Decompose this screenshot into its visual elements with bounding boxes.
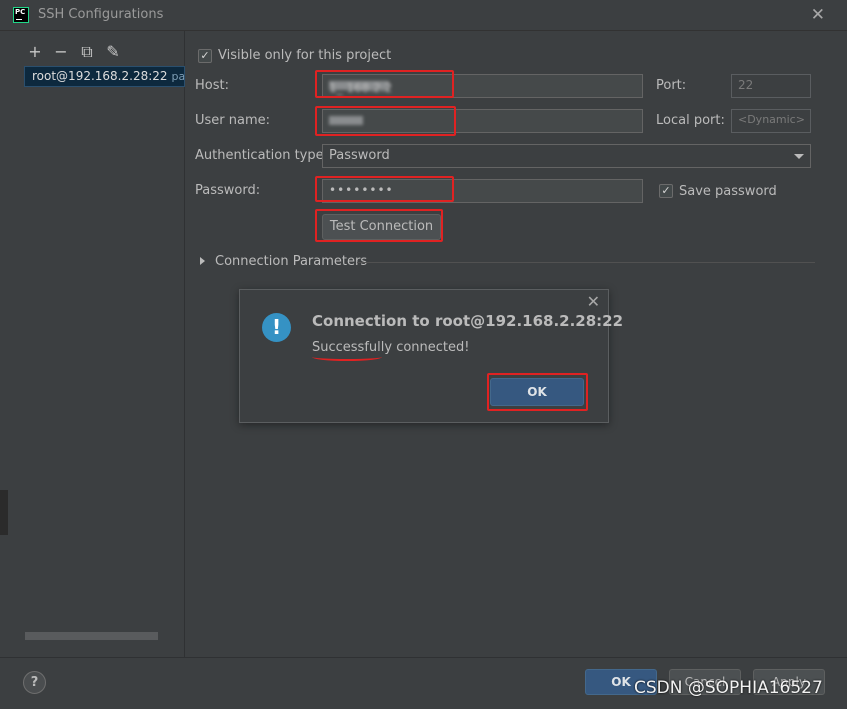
host-input[interactable]: 1_ 168.2.2 — [322, 74, 643, 98]
host-label: Host: — [195, 78, 229, 93]
footer-bar: ? OK Cancel Apply CSDN @SOPHIA16527 — [0, 657, 847, 709]
connection-parameters-label: Connection Parameters — [215, 254, 368, 269]
auth-type-select[interactable]: Password — [322, 144, 811, 168]
list-item[interactable]: root@192.168.2.28:22pass — [24, 66, 185, 87]
port-input[interactable]: 22 — [731, 74, 811, 98]
username-label: User name: — [195, 113, 271, 128]
visible-only-checkbox[interactable]: ✓ — [198, 49, 212, 63]
watermark: CSDN @SOPHIA16527 — [634, 678, 823, 698]
copy-icon[interactable]: ⧉ — [78, 43, 96, 61]
chevron-down-icon — [794, 154, 804, 159]
local-port-label: Local port: — [656, 113, 725, 128]
info-icon: ! — [262, 313, 291, 342]
section-divider — [357, 262, 815, 263]
save-password-checkbox[interactable]: ✓ — [659, 184, 673, 198]
visible-only-label: Visible only for this project — [218, 48, 392, 63]
chevron-right-icon — [200, 257, 205, 265]
close-icon[interactable]: ✕ — [587, 292, 600, 311]
connection-result-dialog: ✕ ! Connection to root@192.168.2.28:22 S… — [239, 289, 623, 423]
close-icon[interactable]: ✕ — [811, 5, 825, 25]
dialog-title: Connection to root@192.168.2.28:22 — [312, 312, 624, 330]
save-password-label: Save password — [679, 184, 777, 199]
auth-type-value: Password — [329, 148, 390, 163]
list-toolbar: + − ⧉ ✎ — [26, 43, 122, 61]
remove-icon[interactable]: − — [52, 43, 70, 61]
dialog-ok-button[interactable]: OK — [490, 378, 584, 406]
title-bar: PC SSH Configurations ✕ — [0, 0, 847, 31]
host-value: 1_ 168.2.2 — [329, 81, 393, 95]
add-icon[interactable]: + — [26, 43, 44, 61]
edit-icon[interactable]: ✎ — [104, 43, 122, 61]
local-port-input[interactable]: <Dynamic> — [731, 109, 811, 133]
help-button[interactable]: ? — [23, 671, 46, 694]
red-underline-annotation — [312, 353, 382, 361]
config-name: root@192.168.2.28:22 — [32, 69, 168, 83]
password-input[interactable]: •••••••• — [322, 179, 643, 203]
port-label: Port: — [656, 78, 687, 93]
auth-type-label: Authentication type: — [195, 148, 328, 163]
password-label: Password: — [195, 183, 261, 198]
horizontal-scrollbar[interactable] — [25, 632, 158, 640]
background-edge — [0, 490, 8, 535]
test-connection-button[interactable]: Test Connection — [322, 214, 441, 240]
connection-parameters-section[interactable]: Connection Parameters — [200, 253, 815, 271]
config-list-panel: + − ⧉ ✎ root@192.168.2.28:22pass — [0, 31, 185, 657]
pycharm-logo-icon: PC — [13, 7, 29, 23]
config-auth-type: pass — [171, 70, 185, 83]
username-input[interactable] — [322, 109, 643, 133]
window-title: SSH Configurations — [38, 7, 164, 22]
